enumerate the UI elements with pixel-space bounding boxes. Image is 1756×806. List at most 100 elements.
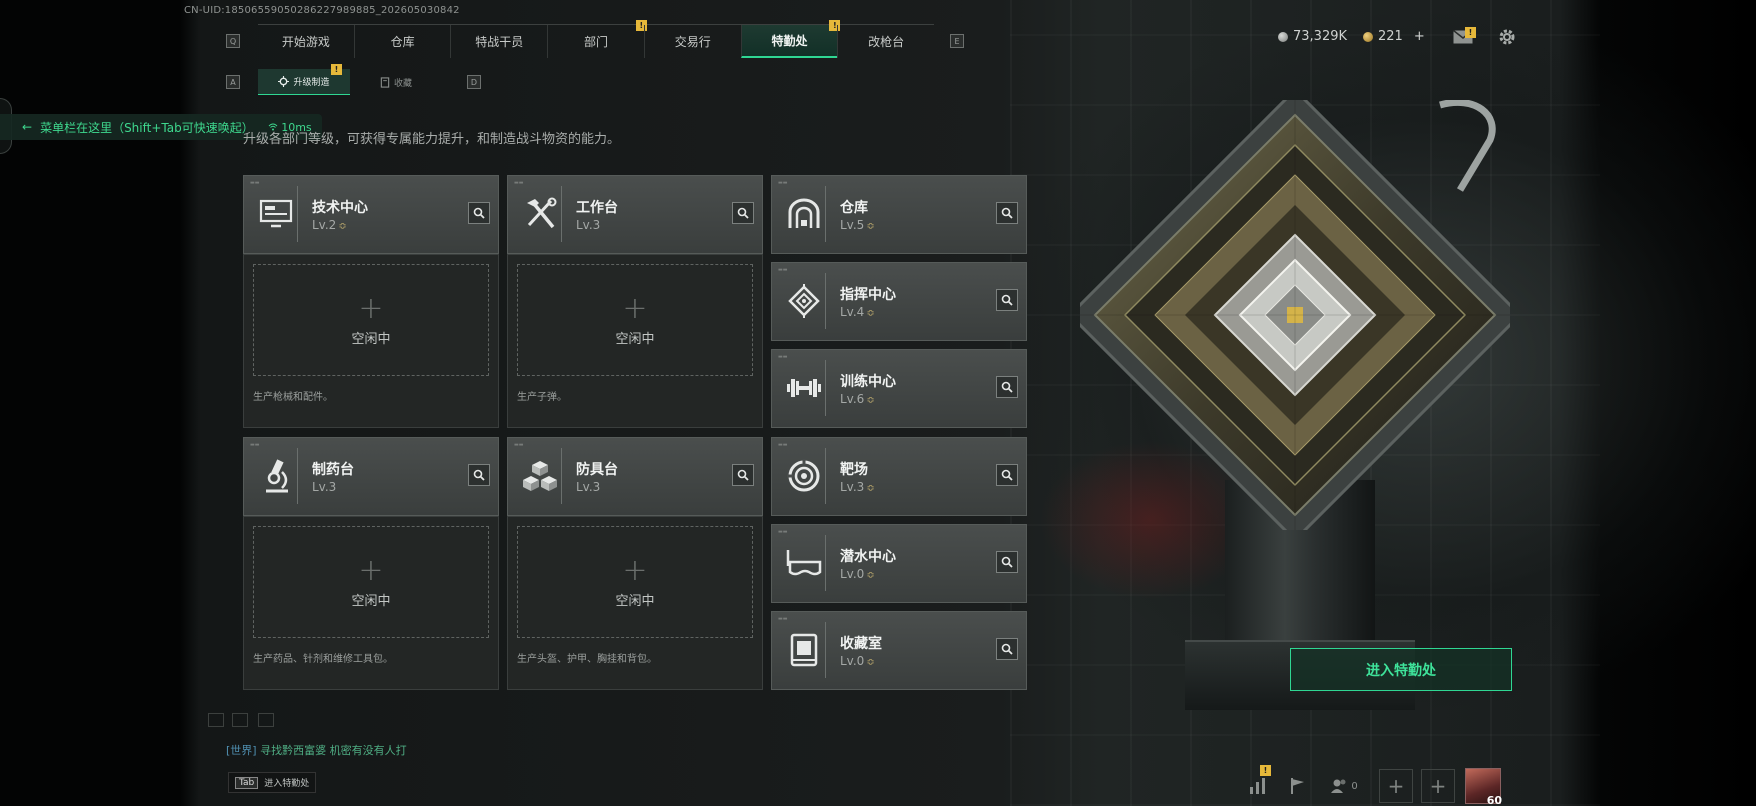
player-level: 60	[1486, 794, 1502, 806]
empty-slot[interactable]: + 空闲中	[253, 264, 489, 376]
tab-hint-label: 进入特勤处	[264, 779, 310, 789]
currency-premium[interactable]: 221 +	[1363, 29, 1425, 44]
upgrade-available-icon: ≎	[866, 483, 875, 494]
facility-card-pharmacy[interactable]: ▬▬ 制药台 Lv.3	[243, 437, 499, 516]
inspect-button[interactable]	[732, 464, 754, 486]
facility-card-warehouse[interactable]: ▬▬ 仓库 Lv.5 ≎	[771, 175, 1027, 254]
currency-amount: 73,329K	[1293, 29, 1348, 44]
subtab-collection[interactable]: 收藏	[350, 69, 442, 95]
add-icon: +	[622, 290, 648, 326]
facility-card-command-center[interactable]: ▬▬ 指挥中心 Lv.4 ≎	[771, 262, 1027, 341]
search-icon	[1001, 207, 1013, 219]
vault-icon	[782, 186, 826, 242]
facility-name: 潜水中心	[840, 549, 896, 565]
minimized-widget[interactable]	[232, 713, 248, 727]
menu-hint-text: 菜单栏在这里（Shift+Tab可快速唤起）	[40, 120, 254, 135]
add-icon: +	[358, 290, 384, 326]
facility-card-training-center[interactable]: ▬▬ 训练中心 Lv.6 ≎	[771, 349, 1027, 428]
inspect-button[interactable]	[996, 376, 1018, 398]
collection-icon	[782, 622, 826, 678]
tab-shortcut-hint[interactable]: Tab 进入特勤处	[228, 772, 317, 793]
production-slot-tech-center[interactable]: + 空闲中 生产枪械和配件。	[243, 254, 499, 428]
slot-status: 空闲中	[615, 331, 655, 347]
enter-special-ops-button[interactable]: 进入特勤处	[1290, 648, 1512, 691]
slot-status: 空闲中	[615, 593, 655, 609]
facility-level: Lv.6 ≎	[840, 392, 875, 406]
tab-operators[interactable]: 特战干员	[450, 25, 547, 58]
bottom-toolbar: ! 0 + + 60	[1247, 765, 1502, 806]
flag-button[interactable]	[1287, 775, 1309, 797]
inspect-button[interactable]	[468, 202, 490, 224]
inspect-button[interactable]	[996, 202, 1018, 224]
minimized-widget[interactable]	[208, 713, 224, 727]
tab-department[interactable]: 部门!	[547, 20, 647, 58]
inspect-button[interactable]	[996, 638, 1018, 660]
flag-icon	[1291, 778, 1304, 794]
facility-level: Lv.3	[576, 480, 600, 494]
level-text: Lv.5	[840, 218, 865, 232]
upgrade-available-icon: ≎	[338, 221, 347, 232]
collection-icon	[380, 76, 390, 88]
chat-channel: [世界]	[226, 744, 257, 757]
nav-prev-key[interactable]: Q	[226, 34, 240, 48]
search-icon	[737, 469, 749, 481]
target-icon	[782, 448, 826, 504]
tab-trading[interactable]: 交易行	[643, 25, 741, 58]
cubes-icon	[518, 448, 562, 504]
currency-amount: 221	[1378, 29, 1403, 44]
add-currency-button[interactable]: +	[1414, 29, 1425, 44]
upgrade-available-icon: ≎	[866, 570, 875, 581]
inspect-button[interactable]	[468, 464, 490, 486]
subtab-label: 收藏	[393, 78, 412, 89]
inspect-button[interactable]	[732, 202, 754, 224]
add-teammate-slot[interactable]: +	[1421, 769, 1455, 803]
inspect-button[interactable]	[996, 464, 1018, 486]
facility-card-collection-room[interactable]: ▬▬ 收藏室 Lv.0 ≎	[771, 611, 1027, 690]
stats-button[interactable]: !	[1247, 765, 1271, 797]
search-icon	[1001, 556, 1013, 568]
subtab-label: 升级制造	[293, 78, 330, 88]
facility-name: 工作台	[576, 200, 618, 216]
subtab-upgrade-craft[interactable]: 升级制造 !	[258, 64, 350, 95]
facility-card-armor-bench[interactable]: ▬▬ 防具台 Lv.3	[507, 437, 763, 516]
subnav-next-key[interactable]: D	[467, 75, 481, 89]
facility-card-tech-center[interactable]: ▬▬ 技术中心 Lv.2 ≎	[243, 175, 499, 254]
inspect-button[interactable]	[996, 551, 1018, 573]
tab-warehouse[interactable]: 仓库	[353, 25, 451, 58]
empty-slot[interactable]: + 空闲中	[517, 526, 753, 638]
nav-next-key[interactable]: E	[950, 34, 964, 48]
empty-slot[interactable]: + 空闲中	[517, 264, 753, 376]
production-slot-armor-bench[interactable]: + 空闲中 生产头盔、护甲、胸挂和背包。	[507, 516, 763, 690]
add-teammate-slot[interactable]: +	[1379, 769, 1413, 803]
facility-card-workbench[interactable]: ▬▬ 工作台 Lv.3	[507, 175, 763, 254]
upgrade-available-icon: ≎	[866, 308, 875, 319]
friends-button[interactable]: 0	[1327, 775, 1361, 797]
tab-start-game[interactable]: 开始游戏	[258, 25, 354, 58]
facility-name: 仓库	[840, 200, 868, 216]
tools-icon	[518, 186, 562, 242]
empty-slot[interactable]: + 空闲中	[253, 526, 489, 638]
production-slot-workbench[interactable]: + 空闲中 生产子弹。	[507, 254, 763, 428]
production-slot-pharmacy[interactable]: + 空闲中 生产药品、针剂和维修工具包。	[243, 516, 499, 690]
tab-label: 仓库	[390, 35, 415, 49]
facility-card-diving-center[interactable]: ▬▬ 潜水中心 Lv.0 ≎	[771, 524, 1027, 603]
minimized-widget[interactable]	[258, 713, 274, 727]
level-text: Lv.3	[576, 480, 601, 494]
level-text: Lv.2	[312, 218, 337, 232]
facility-card-shooting-range[interactable]: ▬▬ 靶场 Lv.3 ≎	[771, 437, 1027, 516]
world-chat-line[interactable]: [世界] 寻找黔西富婆 机密有没有人打	[226, 742, 407, 758]
subnav-prev-key[interactable]: A	[226, 75, 240, 89]
tab-special-ops[interactable]: 特勤处!	[740, 20, 841, 58]
level-text: Lv.0	[840, 567, 865, 581]
inspect-button[interactable]	[996, 289, 1018, 311]
search-icon	[737, 207, 749, 219]
player-avatar[interactable]: 60	[1465, 768, 1502, 806]
notification-badge: !	[331, 64, 342, 75]
bar-chart-icon	[1250, 778, 1265, 794]
resource-bar: 73,329K 221 +	[1278, 29, 1425, 44]
facility-level: Lv.3 ≎	[840, 480, 875, 494]
settings-button[interactable]	[1496, 27, 1518, 47]
mail-button[interactable]: !	[1452, 27, 1476, 47]
microscope-icon	[254, 448, 298, 504]
tab-gunsmith[interactable]: 改枪台	[837, 25, 934, 58]
